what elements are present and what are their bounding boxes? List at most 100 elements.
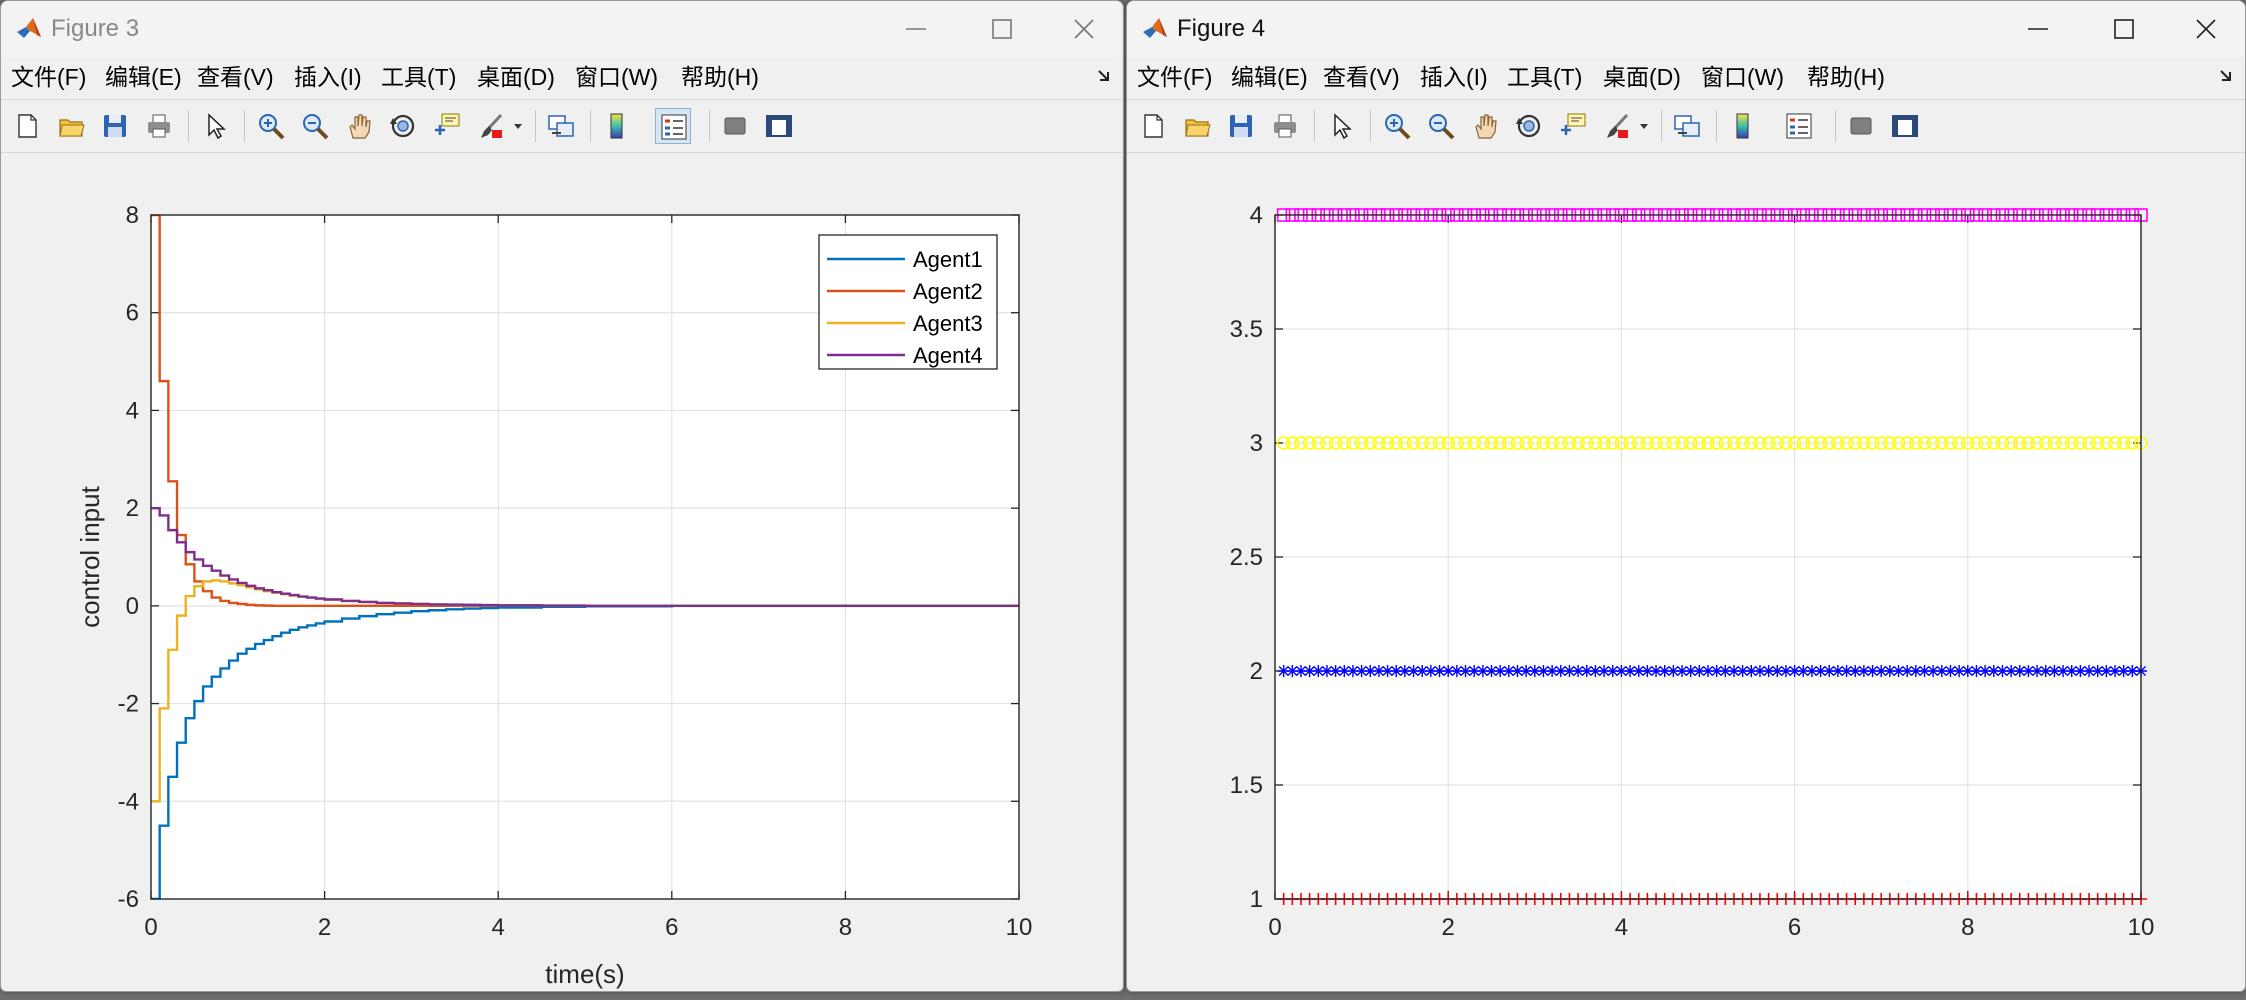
maximize-button[interactable] bbox=[967, 5, 1037, 53]
link-plot-icon[interactable] bbox=[543, 108, 579, 144]
save-icon[interactable] bbox=[1223, 108, 1259, 144]
y-tick-label: 2 bbox=[1250, 658, 1263, 685]
hide-plot-tools-icon[interactable] bbox=[1843, 108, 1879, 144]
menu-help[interactable]: 帮助(H) bbox=[1807, 63, 1885, 91]
menu-edit[interactable]: 编辑(E) bbox=[105, 63, 182, 91]
y-tick-label: 1.5 bbox=[1230, 772, 1263, 799]
figure-toolbar bbox=[1127, 99, 2245, 153]
x-tick-label: 8 bbox=[839, 914, 852, 941]
menu-desktop[interactable]: 桌面(D) bbox=[477, 63, 555, 91]
new-figure-icon[interactable] bbox=[9, 108, 45, 144]
hide-plot-tools-icon[interactable] bbox=[717, 108, 753, 144]
window-title: Figure 4 bbox=[1177, 15, 1266, 42]
rotate-3d-icon[interactable] bbox=[1511, 108, 1547, 144]
x-tick-label: 0 bbox=[1268, 914, 1281, 941]
menu-tools[interactable]: 工具(T) bbox=[381, 63, 456, 91]
y-tick-label: 4 bbox=[126, 397, 139, 424]
pan-hand-icon[interactable] bbox=[341, 108, 377, 144]
brush-dropdown-icon[interactable] bbox=[1637, 108, 1651, 144]
menu-view[interactable]: 查看(V) bbox=[1323, 63, 1400, 91]
menubar: 文件(F) 编辑(E) 查看(V) 插入(I) 工具(T) 桌面(D) 窗口(W… bbox=[1, 59, 1123, 97]
maximize-icon bbox=[2114, 19, 2134, 39]
legend[interactable]: Agent1 Agent2 Agent3 Agent4 bbox=[818, 234, 998, 370]
close-button[interactable] bbox=[2171, 5, 2241, 53]
y-tick-label: -6 bbox=[118, 886, 139, 913]
figure4-window: Figure 4 文件(F) 编辑(E) 查看(V) 插入(I) 工具(T) 桌… bbox=[1126, 0, 2246, 992]
figure3-plot[interactable]: 0 2 4 6 8 10-6-4-202468Agent1Agent2Agent3Agen… bbox=[1, 155, 1121, 991]
link-plot-icon[interactable] bbox=[1669, 108, 1705, 144]
menu-tools[interactable]: 工具(T) bbox=[1507, 63, 1582, 91]
menu-view[interactable]: 查看(V) bbox=[197, 63, 274, 91]
y-axis-label: control input bbox=[75, 485, 105, 627]
y-tick-label: 8 bbox=[126, 202, 139, 229]
close-button[interactable] bbox=[1049, 5, 1119, 53]
print-icon[interactable] bbox=[141, 108, 177, 144]
minimize-icon bbox=[2028, 28, 2048, 30]
y-tick-label: 3.5 bbox=[1230, 316, 1263, 343]
x-tick-label: 10 bbox=[1006, 914, 1033, 941]
minimize-button[interactable] bbox=[881, 5, 951, 53]
dock-arrow-icon[interactable] bbox=[2219, 67, 2235, 83]
legend-icon[interactable] bbox=[655, 108, 691, 144]
y-tick-label: 0 bbox=[126, 593, 139, 620]
menu-window[interactable]: 窗口(W) bbox=[575, 63, 658, 91]
x-tick-label: 4 bbox=[492, 914, 505, 941]
menubar: 文件(F) 编辑(E) 查看(V) 插入(I) 工具(T) 桌面(D) 窗口(W… bbox=[1127, 59, 2245, 97]
menu-edit[interactable]: 编辑(E) bbox=[1231, 63, 1308, 91]
x-axis-label: time(s) bbox=[545, 959, 624, 989]
x-tick-label: 4 bbox=[1615, 914, 1628, 941]
maximize-button[interactable] bbox=[2089, 5, 2159, 53]
menu-insert[interactable]: 插入(I) bbox=[1420, 63, 1488, 91]
y-tick-label: 2 bbox=[126, 495, 139, 522]
y-tick-label: -4 bbox=[118, 788, 139, 815]
pan-hand-icon[interactable] bbox=[1467, 108, 1503, 144]
dock-arrow-icon[interactable] bbox=[1097, 67, 1113, 83]
menu-file[interactable]: 文件(F) bbox=[11, 63, 86, 91]
zoom-out-icon[interactable] bbox=[297, 108, 333, 144]
colorbar-icon[interactable] bbox=[1725, 108, 1761, 144]
menu-desktop[interactable]: 桌面(D) bbox=[1603, 63, 1681, 91]
zoom-in-icon[interactable] bbox=[253, 108, 289, 144]
legend-label: Agent1 bbox=[913, 247, 983, 272]
data-cursor-icon[interactable] bbox=[429, 108, 465, 144]
legend-label: Agent3 bbox=[913, 311, 983, 336]
figure3-titlebar[interactable]: Figure 3 bbox=[1, 1, 1123, 57]
menu-window[interactable]: 窗口(W) bbox=[1701, 63, 1784, 91]
figure4-titlebar[interactable]: Figure 4 bbox=[1127, 1, 2245, 57]
y-tick-label: -2 bbox=[118, 691, 139, 718]
brush-icon[interactable] bbox=[1599, 108, 1635, 144]
brush-dropdown-icon[interactable] bbox=[511, 108, 525, 144]
figure-toolbar bbox=[1, 99, 1123, 153]
y-tick-label: 1 bbox=[1250, 886, 1263, 913]
zoom-out-icon[interactable] bbox=[1423, 108, 1459, 144]
menu-file[interactable]: 文件(F) bbox=[1137, 63, 1212, 91]
legend-label: Agent4 bbox=[913, 343, 983, 368]
pointer-icon[interactable] bbox=[1323, 108, 1359, 144]
show-plot-tools-icon[interactable] bbox=[761, 108, 797, 144]
colorbar-icon[interactable] bbox=[599, 108, 635, 144]
rotate-3d-icon[interactable] bbox=[385, 108, 421, 144]
pointer-icon[interactable] bbox=[197, 108, 233, 144]
matlab-logo-icon bbox=[1143, 18, 1167, 38]
print-icon[interactable] bbox=[1267, 108, 1303, 144]
x-tick-label: 6 bbox=[1788, 914, 1801, 941]
menu-help[interactable]: 帮助(H) bbox=[681, 63, 759, 91]
open-file-icon[interactable] bbox=[53, 108, 89, 144]
brush-icon[interactable] bbox=[473, 108, 509, 144]
x-tick-label: 8 bbox=[1961, 914, 1974, 941]
zoom-in-icon[interactable] bbox=[1379, 108, 1415, 144]
minimize-button[interactable] bbox=[2003, 5, 2073, 53]
save-icon[interactable] bbox=[97, 108, 133, 144]
figure3-window: Figure 3 文件(F) 编辑(E) 查看(V) 插入(I) 工具(T) 桌… bbox=[0, 0, 1124, 992]
show-plot-tools-icon[interactable] bbox=[1887, 108, 1923, 144]
maximize-icon bbox=[992, 19, 1012, 39]
open-file-icon[interactable] bbox=[1179, 108, 1215, 144]
legend-icon[interactable] bbox=[1781, 108, 1817, 144]
matlab-logo-icon bbox=[17, 18, 41, 38]
data-cursor-icon[interactable] bbox=[1555, 108, 1591, 144]
figure4-plot[interactable]: 0 2 4 6 8 10 1 1.5 2 2.5 3 3.5 4 bbox=[1127, 155, 2243, 991]
minimize-icon bbox=[906, 28, 926, 30]
menu-insert[interactable]: 插入(I) bbox=[294, 63, 362, 91]
y-tick-label: 6 bbox=[126, 300, 139, 327]
new-figure-icon[interactable] bbox=[1135, 108, 1171, 144]
